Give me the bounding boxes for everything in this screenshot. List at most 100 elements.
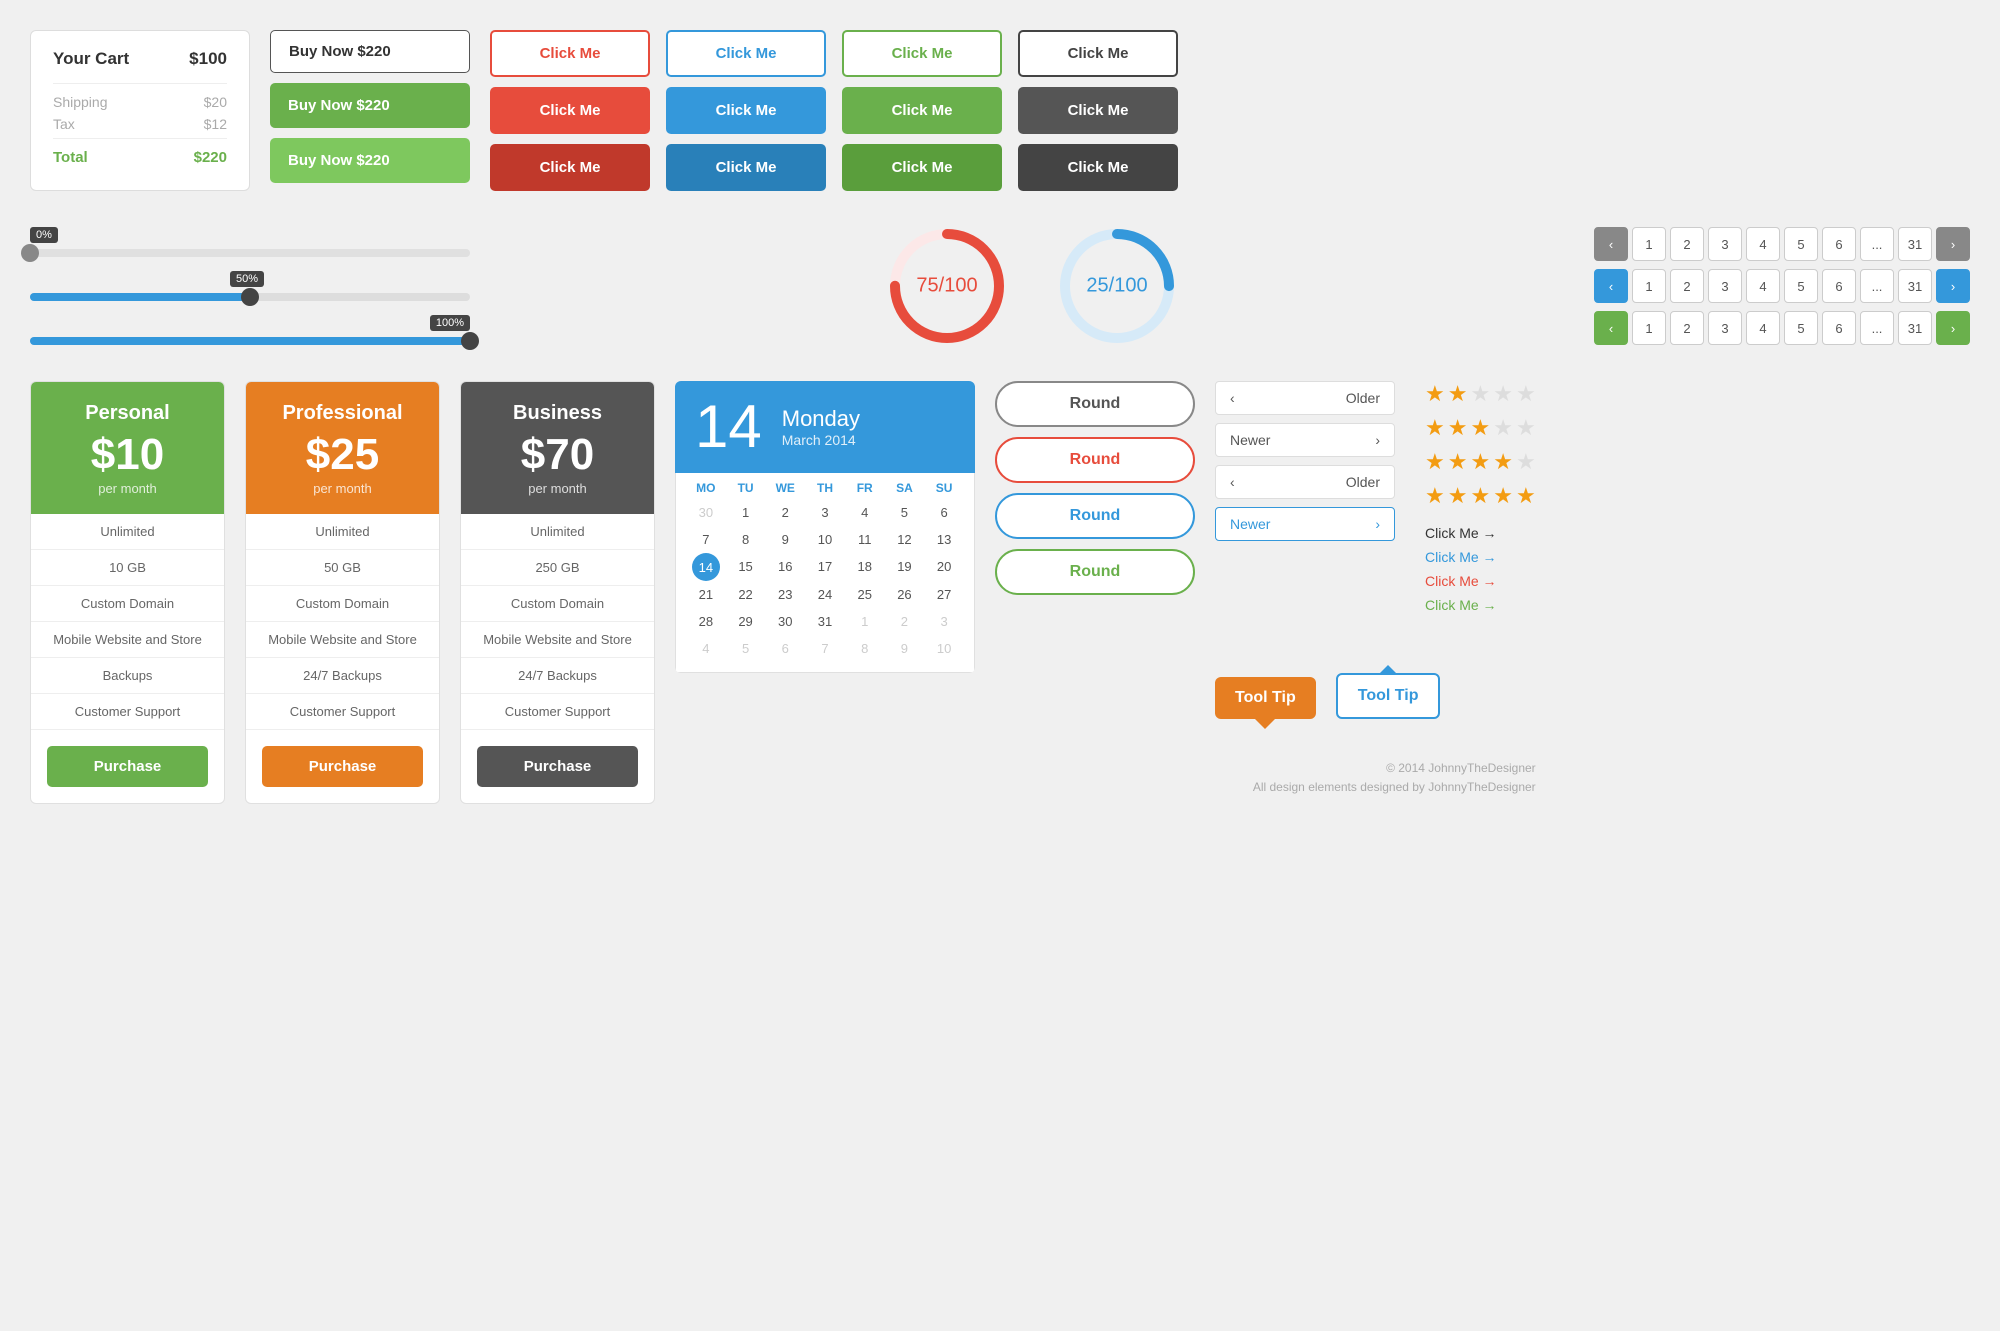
cal-6-next[interactable]: 6: [765, 635, 805, 662]
purchase-personal-button[interactable]: Purchase: [47, 746, 208, 787]
cal-2-next[interactable]: 2: [885, 608, 925, 635]
pg-6-green[interactable]: 6: [1822, 311, 1856, 345]
pagination-next-green[interactable]: ›: [1936, 311, 1970, 345]
cal-30[interactable]: 30: [765, 608, 805, 635]
slider-100-track[interactable]: [30, 337, 470, 345]
click-green-solid-button[interactable]: Click Me: [842, 87, 1002, 134]
pg-5-green[interactable]: 5: [1784, 311, 1818, 345]
cal-5[interactable]: 5: [885, 499, 925, 526]
pg-6-blue[interactable]: 6: [1822, 269, 1856, 303]
click-blue-solid2-button[interactable]: Click Me: [666, 144, 826, 191]
buy-now-outline-button[interactable]: Buy Now $220: [270, 30, 470, 73]
cal-25[interactable]: 25: [845, 581, 885, 608]
cal-6[interactable]: 6: [924, 499, 964, 526]
cal-31[interactable]: 31: [805, 608, 845, 635]
round-btn-red[interactable]: Round: [995, 437, 1195, 483]
cal-24[interactable]: 24: [805, 581, 845, 608]
pg-4-blue[interactable]: 4: [1746, 269, 1780, 303]
round-btn-gray[interactable]: Round: [995, 381, 1195, 427]
cal-10-next[interactable]: 10: [924, 635, 964, 662]
cal-4[interactable]: 4: [845, 499, 885, 526]
cal-26[interactable]: 26: [885, 581, 925, 608]
click-red-outline-button[interactable]: Click Me: [490, 30, 650, 77]
cal-1[interactable]: 1: [726, 499, 766, 526]
cal-18[interactable]: 18: [845, 553, 885, 581]
pg-5-gray[interactable]: 5: [1784, 227, 1818, 261]
pg-2-blue[interactable]: 2: [1670, 269, 1704, 303]
click-dark-outline-button[interactable]: Click Me: [1018, 30, 1178, 77]
cal-19[interactable]: 19: [885, 553, 925, 581]
slider-100-thumb[interactable]: [461, 332, 479, 350]
cal-29[interactable]: 29: [726, 608, 766, 635]
cal-22[interactable]: 22: [726, 581, 766, 608]
newer-btn-2[interactable]: Newer ›: [1215, 507, 1395, 541]
pg-31-gray[interactable]: 31: [1898, 227, 1932, 261]
link-btn-black[interactable]: Click Me →: [1425, 525, 1536, 541]
cal-8[interactable]: 8: [726, 526, 766, 553]
pg-1-gray[interactable]: 1: [1632, 227, 1666, 261]
round-btn-blue[interactable]: Round: [995, 493, 1195, 539]
pg-4-green[interactable]: 4: [1746, 311, 1780, 345]
click-green-outline-button[interactable]: Click Me: [842, 30, 1002, 77]
cal-11[interactable]: 11: [845, 526, 885, 553]
cal-5-next[interactable]: 5: [726, 635, 766, 662]
pg-4-gray[interactable]: 4: [1746, 227, 1780, 261]
pg-6-gray[interactable]: 6: [1822, 227, 1856, 261]
cal-1-next[interactable]: 1: [845, 608, 885, 635]
purchase-business-button[interactable]: Purchase: [477, 746, 638, 787]
purchase-professional-button[interactable]: Purchase: [262, 746, 423, 787]
pg-5-blue[interactable]: 5: [1784, 269, 1818, 303]
cal-2[interactable]: 2: [765, 499, 805, 526]
cal-3[interactable]: 3: [805, 499, 845, 526]
click-blue-solid-button[interactable]: Click Me: [666, 87, 826, 134]
cal-21[interactable]: 21: [686, 581, 726, 608]
older-btn-1[interactable]: ‹ Older: [1215, 381, 1395, 415]
buy-now-green2-button[interactable]: Buy Now $220: [270, 138, 470, 183]
cal-9[interactable]: 9: [765, 526, 805, 553]
newer-btn-1[interactable]: Newer ›: [1215, 423, 1395, 457]
cal-4-next[interactable]: 4: [686, 635, 726, 662]
cal-12[interactable]: 12: [885, 526, 925, 553]
slider-50-thumb[interactable]: [241, 288, 259, 306]
pg-1-green[interactable]: 1: [1632, 311, 1666, 345]
slider-0-thumb[interactable]: [21, 244, 39, 262]
older-btn-2[interactable]: ‹ Older: [1215, 465, 1395, 499]
pg-2-green[interactable]: 2: [1670, 311, 1704, 345]
click-red-solid-button[interactable]: Click Me: [490, 87, 650, 134]
cal-14-today[interactable]: 14: [692, 553, 720, 581]
click-dark-solid-button[interactable]: Click Me: [1018, 87, 1178, 134]
pagination-prev-gray[interactable]: ‹: [1594, 227, 1628, 261]
buy-now-green-button[interactable]: Buy Now $220: [270, 83, 470, 128]
cal-7-next[interactable]: 7: [805, 635, 845, 662]
click-green-solid2-button[interactable]: Click Me: [842, 144, 1002, 191]
link-btn-red[interactable]: Click Me →: [1425, 573, 1536, 589]
pg-1-blue[interactable]: 1: [1632, 269, 1666, 303]
pg-2-gray[interactable]: 2: [1670, 227, 1704, 261]
pagination-prev-green[interactable]: ‹: [1594, 311, 1628, 345]
cal-8-next[interactable]: 8: [845, 635, 885, 662]
click-blue-outline-button[interactable]: Click Me: [666, 30, 826, 77]
link-btn-blue[interactable]: Click Me →: [1425, 549, 1536, 565]
cal-28[interactable]: 28: [686, 608, 726, 635]
pg-31-blue[interactable]: 31: [1898, 269, 1932, 303]
pg-3-blue[interactable]: 3: [1708, 269, 1742, 303]
round-btn-green[interactable]: Round: [995, 549, 1195, 595]
cal-7[interactable]: 7: [686, 526, 726, 553]
slider-50-track[interactable]: [30, 293, 470, 301]
pagination-prev-blue[interactable]: ‹: [1594, 269, 1628, 303]
slider-0-track[interactable]: [30, 249, 470, 257]
cal-20[interactable]: 20: [924, 553, 964, 581]
click-dark-solid2-button[interactable]: Click Me: [1018, 144, 1178, 191]
cal-16[interactable]: 16: [765, 553, 805, 581]
cal-3-next[interactable]: 3: [924, 608, 964, 635]
pagination-next-gray[interactable]: ›: [1936, 227, 1970, 261]
cal-30-prev[interactable]: 30: [686, 499, 726, 526]
cal-9-next[interactable]: 9: [885, 635, 925, 662]
pg-3-green[interactable]: 3: [1708, 311, 1742, 345]
click-red-solid2-button[interactable]: Click Me: [490, 144, 650, 191]
cal-23[interactable]: 23: [765, 581, 805, 608]
pg-3-gray[interactable]: 3: [1708, 227, 1742, 261]
cal-27[interactable]: 27: [924, 581, 964, 608]
pagination-next-blue[interactable]: ›: [1936, 269, 1970, 303]
cal-15[interactable]: 15: [726, 553, 766, 581]
